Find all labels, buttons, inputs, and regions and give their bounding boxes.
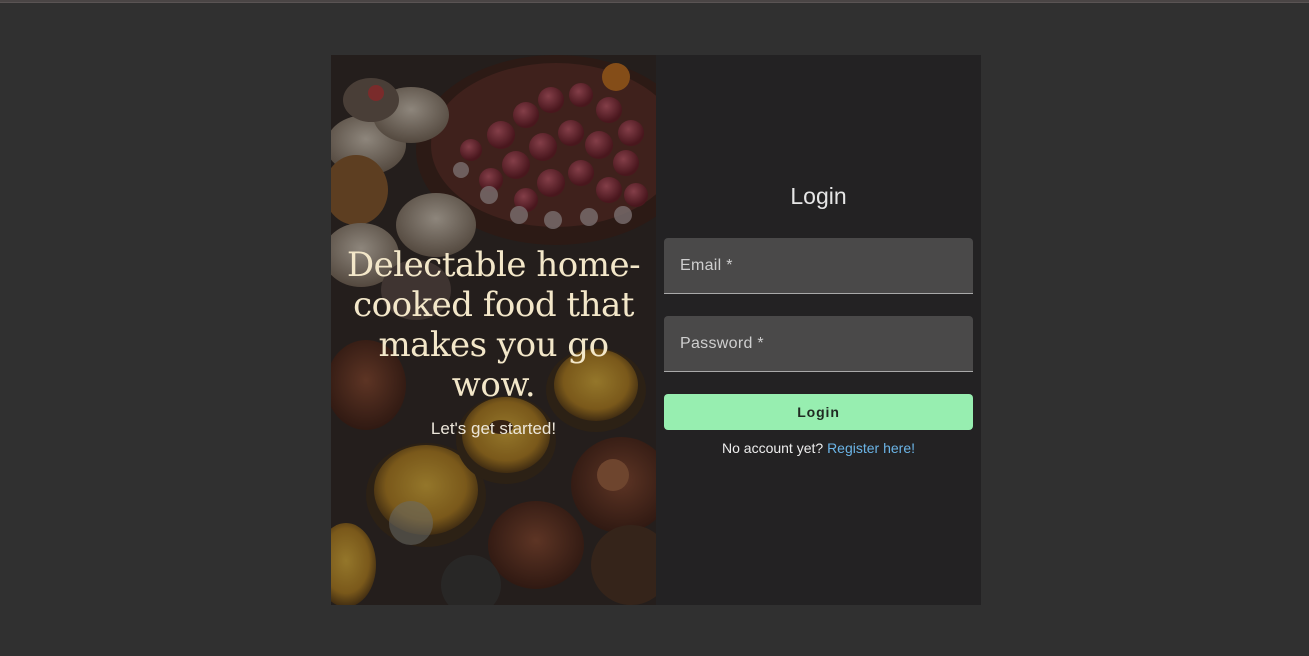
password-input[interactable]: [664, 316, 973, 371]
register-link[interactable]: Register here!: [827, 440, 915, 456]
login-button[interactable]: Login: [664, 394, 973, 430]
login-form-panel: Login Login No account yet? Register her…: [656, 55, 981, 605]
email-input[interactable]: [664, 238, 973, 293]
login-card: Delectable home-cooked food that makes y…: [331, 55, 981, 605]
hero-text: Delectable home-cooked food that makes y…: [331, 245, 656, 439]
hero-tagline: Let's get started!: [430, 419, 557, 438]
hero-headline: Delectable home-cooked food that makes y…: [346, 245, 641, 405]
login-title: Login: [790, 183, 847, 209]
register-prompt-text: No account yet?: [722, 440, 824, 456]
email-field[interactable]: [664, 238, 973, 294]
hero-panel: Delectable home-cooked food that makes y…: [331, 55, 656, 605]
window-top-border: [0, 0, 1309, 3]
register-prompt-line: No account yet? Register here!: [656, 440, 981, 456]
password-field[interactable]: [664, 316, 973, 372]
